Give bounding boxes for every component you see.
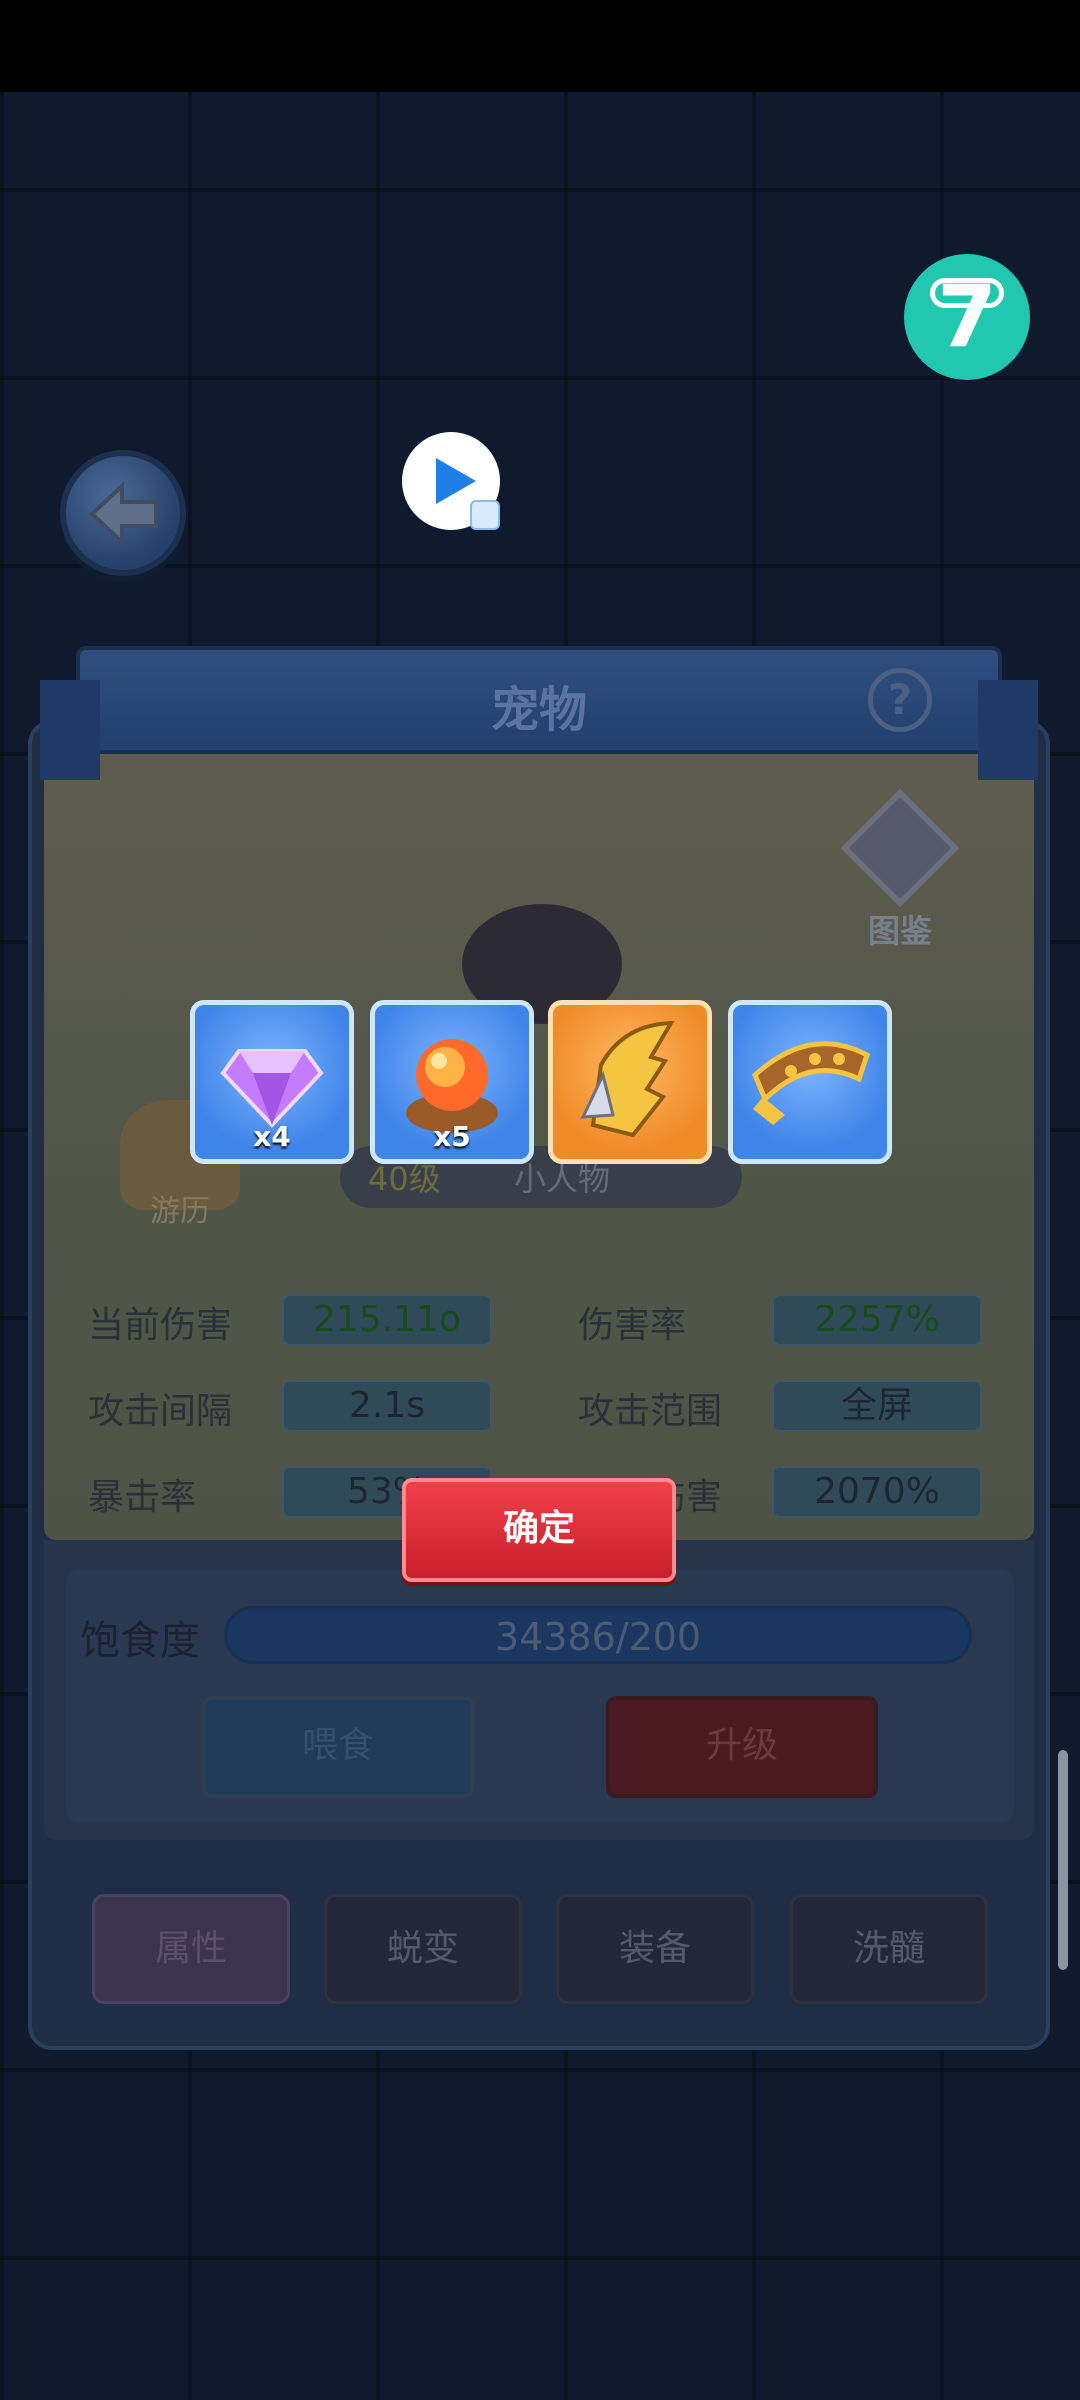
status-bar xyxy=(0,0,1080,92)
7-game-logo-icon[interactable]: 7 xyxy=(904,254,1030,380)
reward-item-gem[interactable]: x4 xyxy=(190,1000,354,1164)
travel-label: 游历 xyxy=(150,1194,210,1229)
stat-value-attack-interval: 2.1s xyxy=(282,1380,492,1432)
tab-refine[interactable]: 洗髓 xyxy=(790,1894,988,2004)
reward-item-orb[interactable]: x5 xyxy=(370,1000,534,1164)
gamepad-outline xyxy=(930,278,1004,308)
tab-attributes[interactable]: 属性 xyxy=(92,1894,290,2004)
stat-value-damage-rate: 2257% xyxy=(772,1294,982,1346)
codex-book-icon xyxy=(840,788,960,908)
stat-label-damage: 当前伤害 xyxy=(88,1305,233,1346)
arrow-left-icon xyxy=(89,481,158,547)
stat-value-attack-range: 全屏 xyxy=(772,1380,982,1432)
codex-label: 图鉴 xyxy=(867,912,932,950)
satiety-value: 34386/200 xyxy=(494,1615,702,1659)
reward-count: x4 xyxy=(253,1120,291,1153)
stat-label-attack-range: 攻击范围 xyxy=(578,1391,723,1432)
satiety-bar: 34386/200 xyxy=(224,1606,972,1664)
reward-item-belt[interactable] xyxy=(728,1000,892,1164)
upgrade-button[interactable]: 升级 xyxy=(606,1696,878,1798)
tab-equipment[interactable]: 装备 xyxy=(556,1894,754,2004)
tab-transform[interactable]: 蜕变 xyxy=(324,1894,522,2004)
reward-item-helmet[interactable] xyxy=(548,1000,712,1164)
satiety-label: 饱食度 xyxy=(80,1618,200,1664)
stat-label-damage-rate: 伤害率 xyxy=(578,1305,687,1346)
help-icon[interactable]: ? xyxy=(868,668,932,732)
stat-value-damage: 215.11o xyxy=(282,1294,492,1346)
confirm-button[interactable]: 确定 xyxy=(402,1478,676,1582)
stat-label-attack-interval: 攻击间隔 xyxy=(88,1391,233,1432)
scrollbar[interactable] xyxy=(1058,1750,1068,1970)
feed-button[interactable]: 喂食 xyxy=(202,1696,474,1798)
page-title: 宠物 xyxy=(490,682,587,738)
stat-label-crit-rate: 暴击率 xyxy=(88,1477,197,1518)
title-banner: 宠物 xyxy=(40,646,1038,780)
golden-helmet-icon xyxy=(580,1020,675,1138)
stat-value-crit-damage: 2070% xyxy=(772,1466,982,1518)
back-button[interactable] xyxy=(60,450,186,576)
reward-count: x5 xyxy=(433,1120,471,1153)
golden-belt-icon xyxy=(752,1041,871,1125)
tap-hand-icon xyxy=(470,500,500,530)
